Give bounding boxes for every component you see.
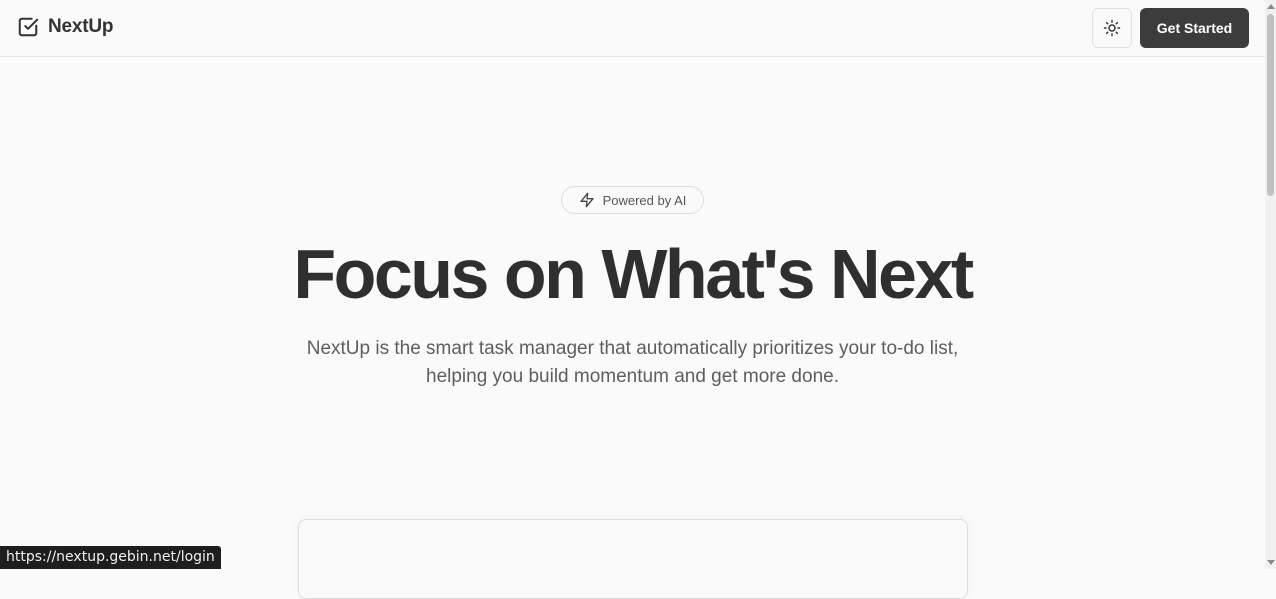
square-check-icon (17, 16, 39, 38)
powered-by-ai-badge: Powered by AI (561, 186, 704, 214)
scroll-up-arrow-icon[interactable] (1267, 4, 1275, 9)
sun-icon (1103, 19, 1121, 37)
site-header: NextUp Get Started (0, 0, 1265, 57)
app-preview-card (298, 519, 968, 599)
theme-toggle-button[interactable] (1092, 8, 1132, 48)
vertical-scrollbar[interactable] (1265, 0, 1276, 569)
hero-title: Focus on What's Next (293, 235, 974, 313)
hero-subtitle: NextUp is the smart task manager that au… (306, 338, 959, 387)
brand-name: NextUp (48, 16, 114, 37)
lightning-bolt-icon (579, 192, 595, 208)
scrollbar-thumb[interactable] (1267, 14, 1274, 196)
link-status-bar: https://nextup.gebin.net/login (0, 546, 221, 569)
brand-logo-link[interactable]: NextUp (17, 16, 114, 38)
scroll-down-arrow-icon[interactable] (1267, 560, 1275, 565)
badge-label: Powered by AI (602, 192, 687, 208)
get-started-button[interactable]: Get Started (1140, 8, 1249, 48)
